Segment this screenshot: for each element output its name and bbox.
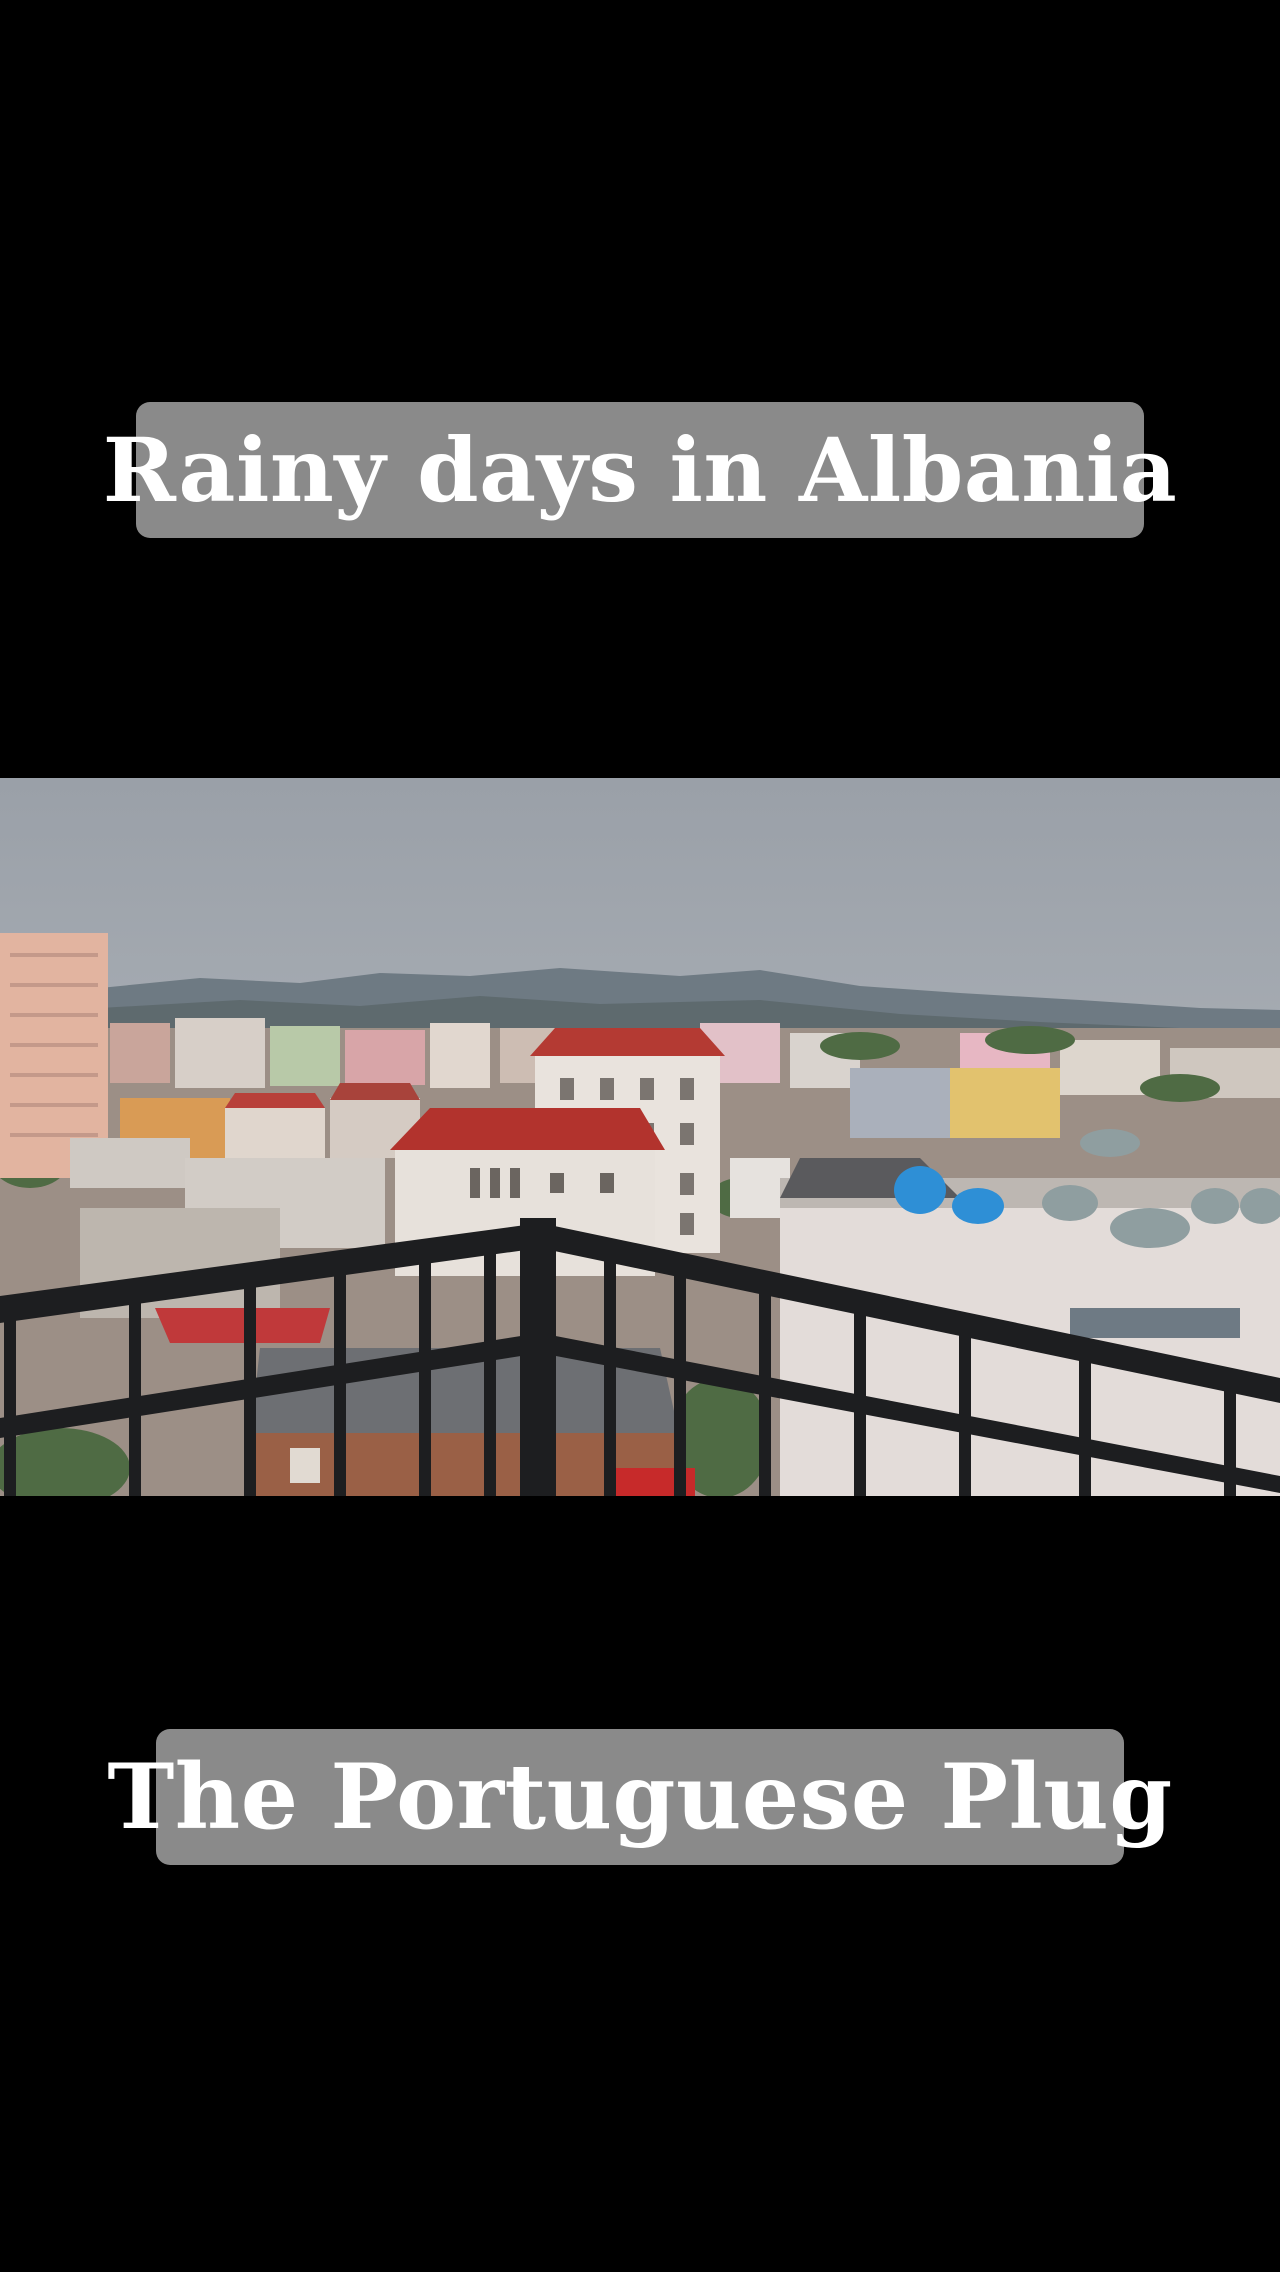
channel-caption: The Portuguese Plug <box>107 1729 1172 1865</box>
balcony-city-photo <box>0 778 1280 1496</box>
channel-caption-text: The Portuguese Plug <box>107 1744 1173 1850</box>
title-caption-text: Rainy days in Albania <box>102 418 1178 522</box>
title-caption: Rainy days in Albania <box>103 402 1177 538</box>
